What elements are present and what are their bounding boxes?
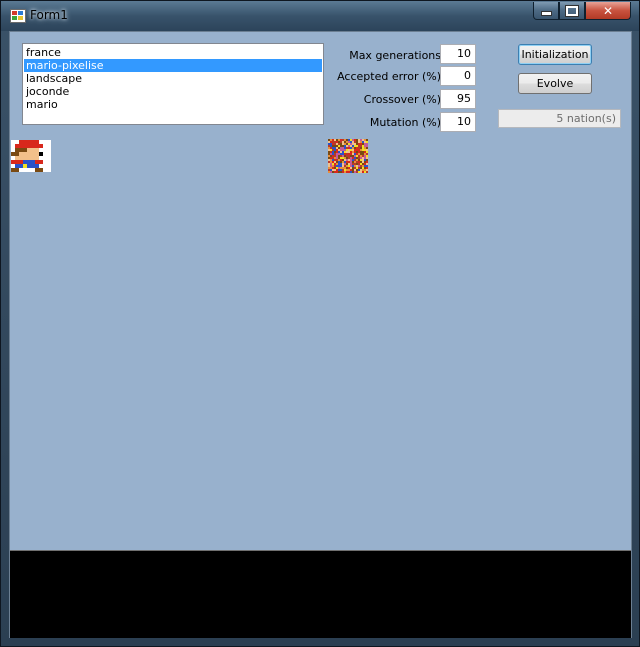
image-listbox[interactable]: france mario-pixelise landscape joconde … — [22, 43, 324, 125]
nations-count-field: 5 nation(s) — [498, 109, 621, 128]
list-item[interactable]: landscape — [24, 72, 322, 85]
close-button[interactable]: ✕ — [585, 2, 631, 20]
evolved-image — [328, 139, 368, 173]
initialization-button[interactable]: Initialization — [518, 44, 592, 65]
maximize-icon — [565, 4, 579, 17]
mutation-input[interactable]: 10 — [440, 112, 476, 132]
list-item[interactable]: mario — [24, 98, 322, 111]
crossover-input[interactable]: 95 — [440, 89, 476, 109]
max-generations-label: Max generations — [349, 49, 441, 62]
maximize-button[interactable] — [559, 2, 585, 20]
list-item[interactable]: france — [24, 46, 322, 59]
title-bar[interactable]: Form1 ✕ — [1, 1, 639, 31]
minimize-icon — [540, 11, 552, 16]
form-client-area: france mario-pixelise landscape joconde … — [9, 31, 632, 638]
mutation-label: Mutation (%) — [369, 116, 441, 129]
window-controls: ✕ — [533, 2, 631, 20]
app-icon — [10, 9, 26, 23]
close-icon: ✕ — [602, 3, 614, 18]
window-title: Form1 — [30, 8, 68, 22]
target-image — [11, 140, 51, 172]
main-window: Form1 ✕ france mario-pixelise landscape … — [0, 0, 640, 647]
list-item[interactable]: joconde — [24, 85, 322, 98]
minimize-button[interactable] — [533, 2, 559, 20]
output-console — [10, 550, 631, 638]
accepted-error-label: Accepted error (%) — [337, 70, 441, 83]
max-generations-input[interactable]: 10 — [440, 44, 476, 64]
crossover-label: Crossover (%) — [363, 93, 441, 106]
list-item-selected[interactable]: mario-pixelise — [24, 59, 322, 72]
evolve-button[interactable]: Evolve — [518, 73, 592, 94]
accepted-error-input[interactable]: 0 — [440, 66, 476, 86]
